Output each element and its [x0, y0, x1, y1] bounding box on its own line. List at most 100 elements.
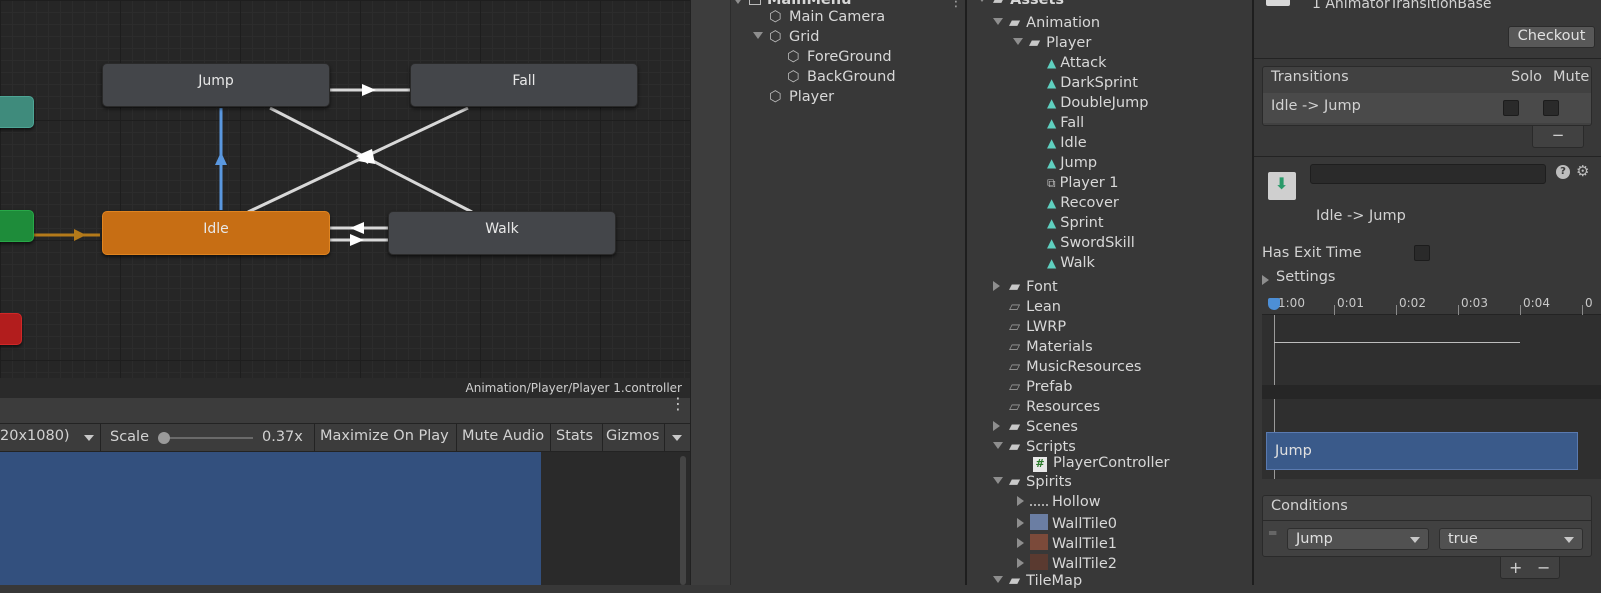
spirit-item[interactable]: WallTile2	[1017, 554, 1117, 574]
spirit-item[interactable]: WallTile1	[1017, 534, 1117, 554]
remove-transition-button[interactable]: −	[1532, 126, 1584, 148]
expand-icon[interactable]	[993, 421, 1000, 431]
project-root[interactable]: ▰ Assets	[977, 0, 1064, 12]
animator-graph[interactable]: Jump Fall Idle Walk Animation/Player/Pla…	[0, 0, 690, 398]
animation-clip[interactable]: ▲ SwordSkill	[1047, 235, 1135, 255]
expand-icon[interactable]	[993, 576, 1003, 583]
gizmos-chevron-icon[interactable]	[672, 435, 682, 441]
state-jump[interactable]: Jump	[102, 63, 330, 107]
folder-icon: ▰	[1009, 279, 1021, 295]
settings-gear-icon[interactable]: ⚙	[1576, 162, 1589, 180]
state-walk[interactable]: Walk	[388, 211, 616, 255]
scale-slider-track[interactable]	[163, 437, 253, 439]
project-folder[interactable]: ▱ Materials	[993, 339, 1093, 359]
condition-parameter-dropdown[interactable]: Jump	[1287, 528, 1429, 550]
inspector-title: 1 AnimatorTransitionBase	[1312, 0, 1492, 12]
condition-value-dropdown[interactable]: true	[1439, 528, 1583, 550]
project-folder[interactable]: ▱ Resources	[993, 399, 1100, 419]
scene-name[interactable]: MainMenu	[767, 0, 851, 8]
animation-clip[interactable]: ▲ Jump	[1047, 155, 1097, 175]
spirit-item[interactable]: Hollow	[1017, 494, 1101, 514]
solo-checkbox[interactable]	[1503, 100, 1519, 116]
resolution-dropdown[interactable]: 20x1080)	[0, 428, 70, 444]
expand-icon[interactable]	[1017, 538, 1024, 548]
animation-clip[interactable]: ▲ Attack	[1047, 55, 1107, 75]
settings-foldout-icon[interactable]	[1262, 273, 1269, 289]
game-scrollbar[interactable]	[680, 456, 686, 585]
expand-icon[interactable]	[993, 442, 1003, 449]
folder-open-icon: ▰	[1009, 474, 1021, 490]
more-options-icon[interactable]: ⋮	[670, 396, 686, 412]
script-playercontroller[interactable]: # PlayerController	[1033, 455, 1169, 475]
mute-checkbox[interactable]	[1543, 100, 1559, 116]
project-panel: ▰ Assets ▰ Animation ▰ Player ▲ Attack ▲ DarkS…	[965, 0, 1254, 589]
folder-icon: ▱	[1009, 359, 1021, 375]
animation-clip[interactable]: ⧉ Player 1	[1047, 175, 1119, 195]
animation-clip[interactable]: ▲ Walk	[1047, 255, 1095, 275]
state-idle[interactable]: Idle	[102, 211, 330, 255]
mute-audio-button[interactable]: Mute Audio	[462, 428, 544, 444]
folder-animation[interactable]: ▰ Animation	[993, 15, 1100, 35]
scene-menu-icon[interactable]: ⋮	[949, 0, 963, 10]
transition-name-field[interactable]	[1310, 164, 1546, 184]
state-fall[interactable]: Fall	[410, 63, 638, 107]
transition-icon: ⬇	[1268, 172, 1296, 200]
expand-icon[interactable]	[1017, 496, 1024, 506]
entry-node[interactable]	[0, 210, 34, 242]
transitions-list: Transitions Solo Mute Idle -> Jump	[1262, 66, 1592, 126]
hierarchy-item[interactable]: ⬡ ForeGround	[787, 49, 892, 69]
hierarchy-panel: MainMenu ⋮ ⬡ Main Camera ⬡ Grid ⬡ ForeGroun…	[690, 0, 965, 585]
folder-icon: ▱	[1009, 299, 1021, 315]
timeline-playhead[interactable]	[1268, 298, 1280, 310]
project-folder[interactable]: ▱ Prefab	[993, 379, 1072, 399]
animation-clip[interactable]: ▲ DarkSprint	[1047, 75, 1138, 95]
stats-button[interactable]: Stats	[556, 428, 593, 444]
folder-player[interactable]: ▰ Player	[1013, 35, 1091, 55]
expand-icon[interactable]	[993, 281, 1000, 291]
folder-tilemap[interactable]: ▰ TileMap	[993, 573, 1082, 593]
animation-clip-icon: ▲	[1047, 56, 1057, 70]
maximize-on-play-button[interactable]: Maximize On Play	[320, 428, 449, 444]
project-folder[interactable]: ▰ Font	[993, 279, 1058, 299]
expand-icon[interactable]	[1013, 38, 1023, 45]
scale-slider-thumb[interactable]	[158, 432, 170, 444]
transition-timeline[interactable]: 1:00 0:01 0:02 0:03 0:04 0 Jump	[1262, 293, 1601, 479]
checkout-button[interactable]: Checkout	[1508, 26, 1595, 48]
animation-clip[interactable]: ▲ Fall	[1047, 115, 1084, 135]
project-folder[interactable]: ▱ MusicResources	[993, 359, 1141, 379]
help-icon[interactable]: ?	[1556, 165, 1570, 179]
animation-clip[interactable]: ▲ DoubleJump	[1047, 95, 1148, 115]
hierarchy-item[interactable]: ⬡ Player	[769, 89, 834, 109]
timeline-clip-bar[interactable]: Jump	[1266, 432, 1578, 470]
project-folder[interactable]: ▱ Lean	[993, 299, 1061, 319]
project-folder[interactable]: ▰ Scenes	[993, 419, 1078, 439]
expand-icon[interactable]	[993, 477, 1003, 484]
animation-clip[interactable]: ▲ Sprint	[1047, 215, 1104, 235]
gizmos-button[interactable]: Gizmos	[606, 428, 659, 444]
animation-clip[interactable]: ▲ Recover	[1047, 195, 1119, 215]
folder-spirits[interactable]: ▰ Spirits	[993, 474, 1072, 494]
expand-icon[interactable]	[1017, 558, 1024, 568]
animation-clip[interactable]: ▲ Idle	[1047, 135, 1087, 155]
expand-icon[interactable]	[977, 0, 987, 2]
spirit-item[interactable]: WallTile0	[1017, 514, 1117, 534]
has-exit-time-checkbox[interactable]	[1414, 245, 1430, 261]
game-viewport[interactable]	[0, 452, 690, 585]
settings-foldout[interactable]: Settings	[1276, 269, 1335, 285]
exit-node[interactable]	[0, 313, 22, 345]
remove-condition-button[interactable]: −	[1537, 558, 1550, 577]
project-folder[interactable]: ▱ LWRP	[993, 319, 1066, 339]
hierarchy-item[interactable]: ⬡ Grid	[753, 29, 819, 49]
hierarchy-item[interactable]: ⬡ Main Camera	[769, 9, 885, 29]
expand-icon[interactable]	[1017, 518, 1024, 528]
transition-row[interactable]: Idle -> Jump	[1263, 93, 1591, 123]
mute-header: Mute	[1553, 69, 1590, 85]
expand-icon[interactable]	[993, 18, 1003, 25]
hierarchy-item[interactable]: ⬡ BackGround	[787, 69, 896, 89]
folder-icon: ▱	[1009, 399, 1021, 415]
add-condition-button[interactable]: +	[1509, 558, 1522, 577]
drag-handle-icon[interactable]: ═	[1269, 526, 1276, 540]
any-state-node[interactable]	[0, 96, 34, 128]
resolution-chevron-icon[interactable]	[84, 435, 94, 441]
expand-icon[interactable]	[753, 32, 763, 39]
